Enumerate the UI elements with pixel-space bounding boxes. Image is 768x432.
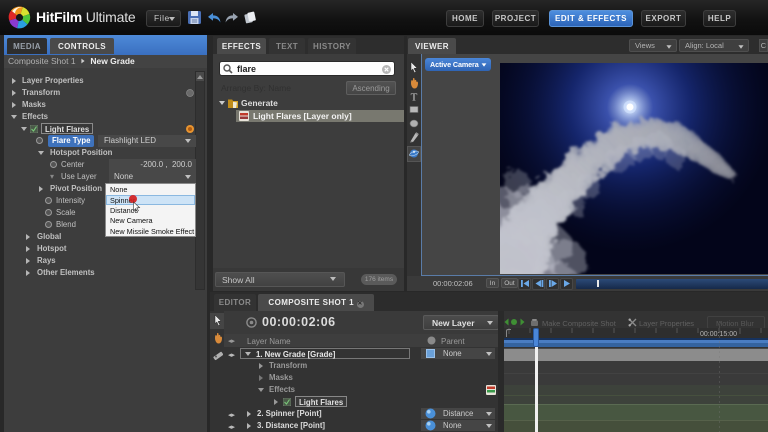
svg-text:T: T [411,92,418,103]
